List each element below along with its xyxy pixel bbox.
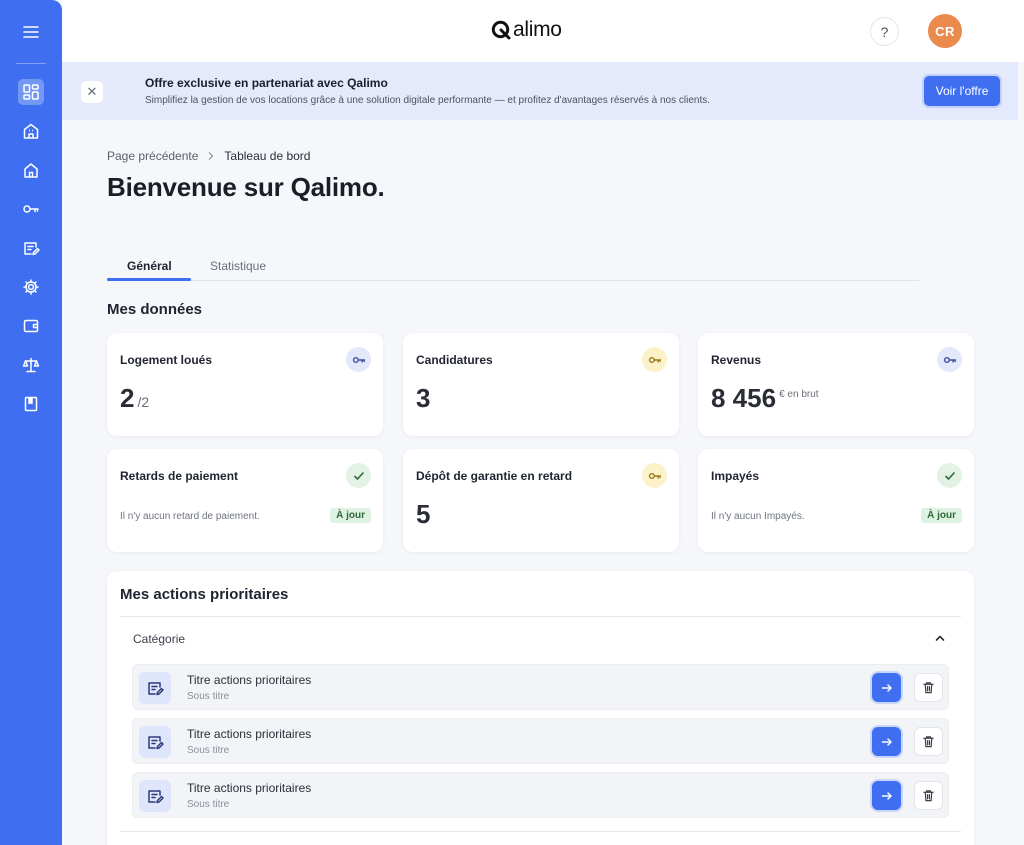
book-icon	[24, 396, 38, 412]
edit-document-icon	[139, 672, 171, 704]
divider	[120, 616, 961, 617]
banner-title: Offre exclusive en partenariat avec Qali…	[145, 76, 388, 90]
list-item[interactable]: Titre actions prioritaires Sous titre	[132, 718, 949, 764]
action-subtitle: Sous titre	[187, 745, 230, 756]
active-tab-indicator	[107, 278, 191, 281]
card-note: Il n'y aucun Impayés.	[711, 511, 805, 522]
breadcrumb: Page précédente Tableau de bord	[107, 149, 310, 163]
sidebar-item-book[interactable]	[18, 391, 44, 417]
view-offer-button[interactable]: Voir l'offre	[924, 76, 1000, 106]
card-title: Candidatures	[416, 353, 493, 367]
card-value-number: 8 456	[711, 383, 777, 413]
card-title: Logement loués	[120, 353, 213, 367]
card-revenus[interactable]: Revenus 8 456 € en brut	[698, 333, 974, 436]
scale-icon	[22, 357, 40, 373]
card-value: 8 456 € en brut	[711, 383, 819, 414]
sidebar-item-wallet[interactable]	[18, 313, 44, 339]
close-icon[interactable]: ✕	[81, 81, 103, 103]
edit-document-icon	[139, 780, 171, 812]
home-icon	[24, 163, 38, 178]
menu-icon[interactable]	[19, 23, 43, 41]
logo-text: alimo	[513, 18, 562, 41]
sidebar-item-legal[interactable]	[18, 352, 44, 378]
list-item[interactable]: Titre actions prioritaires Sous titre	[132, 772, 949, 818]
sidebar-item-building[interactable]	[18, 118, 44, 144]
category-label[interactable]: Catégorie	[133, 632, 185, 646]
card-value-number: 5	[416, 499, 431, 529]
help-button[interactable]: ?	[870, 17, 899, 46]
key-icon	[346, 347, 371, 372]
sidebar-item-dashboard[interactable]	[18, 79, 44, 105]
card-logements[interactable]: Logement loués 2 /2	[107, 333, 383, 436]
card-value-number: 3	[416, 383, 431, 413]
arrow-right-button[interactable]	[872, 781, 901, 810]
chevron-up-icon[interactable]	[931, 629, 949, 647]
sidebar-item-edit[interactable]	[18, 235, 44, 261]
card-value: 3	[416, 383, 430, 414]
key-icon	[642, 347, 667, 372]
breadcrumb-current: Tableau de bord	[224, 149, 311, 163]
tab-statistique[interactable]: Statistique	[210, 259, 266, 273]
key-icon	[937, 347, 962, 372]
breadcrumb-previous[interactable]: Page précédente	[107, 149, 198, 163]
arrow-right-button[interactable]	[872, 673, 901, 702]
tabs: Général Statistique	[107, 257, 919, 281]
status-badge: À jour	[330, 508, 371, 523]
gear-icon	[23, 279, 39, 295]
section-title-mes-donnees: Mes données	[107, 301, 203, 318]
action-title: Titre actions prioritaires	[187, 727, 312, 741]
logo-q-icon	[491, 20, 511, 40]
list-item[interactable]: Titre actions prioritaires Sous titre	[132, 664, 949, 710]
avatar[interactable]: CR	[928, 14, 962, 48]
sidebar-item-settings[interactable]	[18, 274, 44, 300]
trash-icon[interactable]	[914, 727, 943, 756]
card-value-number: 2	[120, 383, 135, 413]
status-badge: À jour	[921, 508, 962, 523]
key-icon	[23, 205, 39, 213]
divider	[120, 831, 961, 832]
top-header: alimo ? CR	[62, 0, 1024, 62]
card-note: Il n'y aucun retard de paiement.	[120, 511, 260, 522]
key-icon	[642, 463, 667, 488]
card-value: 5	[416, 499, 430, 530]
action-subtitle: Sous titre	[187, 691, 230, 702]
tab-general[interactable]: Général	[127, 259, 172, 273]
arrow-right-button[interactable]	[872, 727, 901, 756]
check-icon	[346, 463, 371, 488]
action-title: Titre actions prioritaires	[187, 673, 312, 687]
card-depot-garantie[interactable]: Dépôt de garantie en retard 5	[403, 449, 679, 552]
edit-document-icon	[24, 242, 40, 256]
card-title: Revenus	[711, 353, 762, 367]
card-title: Dépôt de garantie en retard	[416, 469, 573, 483]
priority-actions-panel: Mes actions prioritaires Catégorie Titre…	[107, 571, 974, 845]
card-retards[interactable]: Retards de paiement Il n'y aucun retard …	[107, 449, 383, 552]
banner-text: Simplifiez la gestion de vos locations g…	[145, 95, 710, 106]
wallet-icon	[23, 319, 39, 333]
dashboard-icon	[23, 84, 39, 100]
card-value-suffix: /2	[137, 394, 150, 410]
card-title: Retards de paiement	[120, 469, 239, 483]
check-icon	[937, 463, 962, 488]
actions-title: Mes actions prioritaires	[120, 586, 289, 603]
edit-document-icon	[139, 726, 171, 758]
sidebar-divider	[16, 63, 46, 64]
sidebar-item-home[interactable]	[18, 157, 44, 183]
promo-banner: ✕ Offre exclusive en partenariat avec Qa…	[62, 62, 1018, 120]
trash-icon[interactable]	[914, 781, 943, 810]
trash-icon[interactable]	[914, 673, 943, 702]
sidebar	[0, 0, 62, 845]
card-candidatures[interactable]: Candidatures 3	[403, 333, 679, 436]
action-title: Titre actions prioritaires	[187, 781, 312, 795]
card-title: Impayés	[711, 469, 760, 483]
action-subtitle: Sous titre	[187, 799, 230, 810]
card-value: 2 /2	[120, 383, 149, 414]
card-impayes[interactable]: Impayés Il n'y aucun Impayés. À jour	[698, 449, 974, 552]
sidebar-item-key[interactable]	[18, 196, 44, 222]
qalimo-logo[interactable]: alimo	[490, 18, 562, 42]
page-title: Bienvenue sur Qalimo.	[107, 172, 385, 202]
building-icon	[23, 123, 39, 139]
chevron-right-icon	[208, 152, 214, 160]
card-value-unit: € en brut	[779, 389, 819, 400]
